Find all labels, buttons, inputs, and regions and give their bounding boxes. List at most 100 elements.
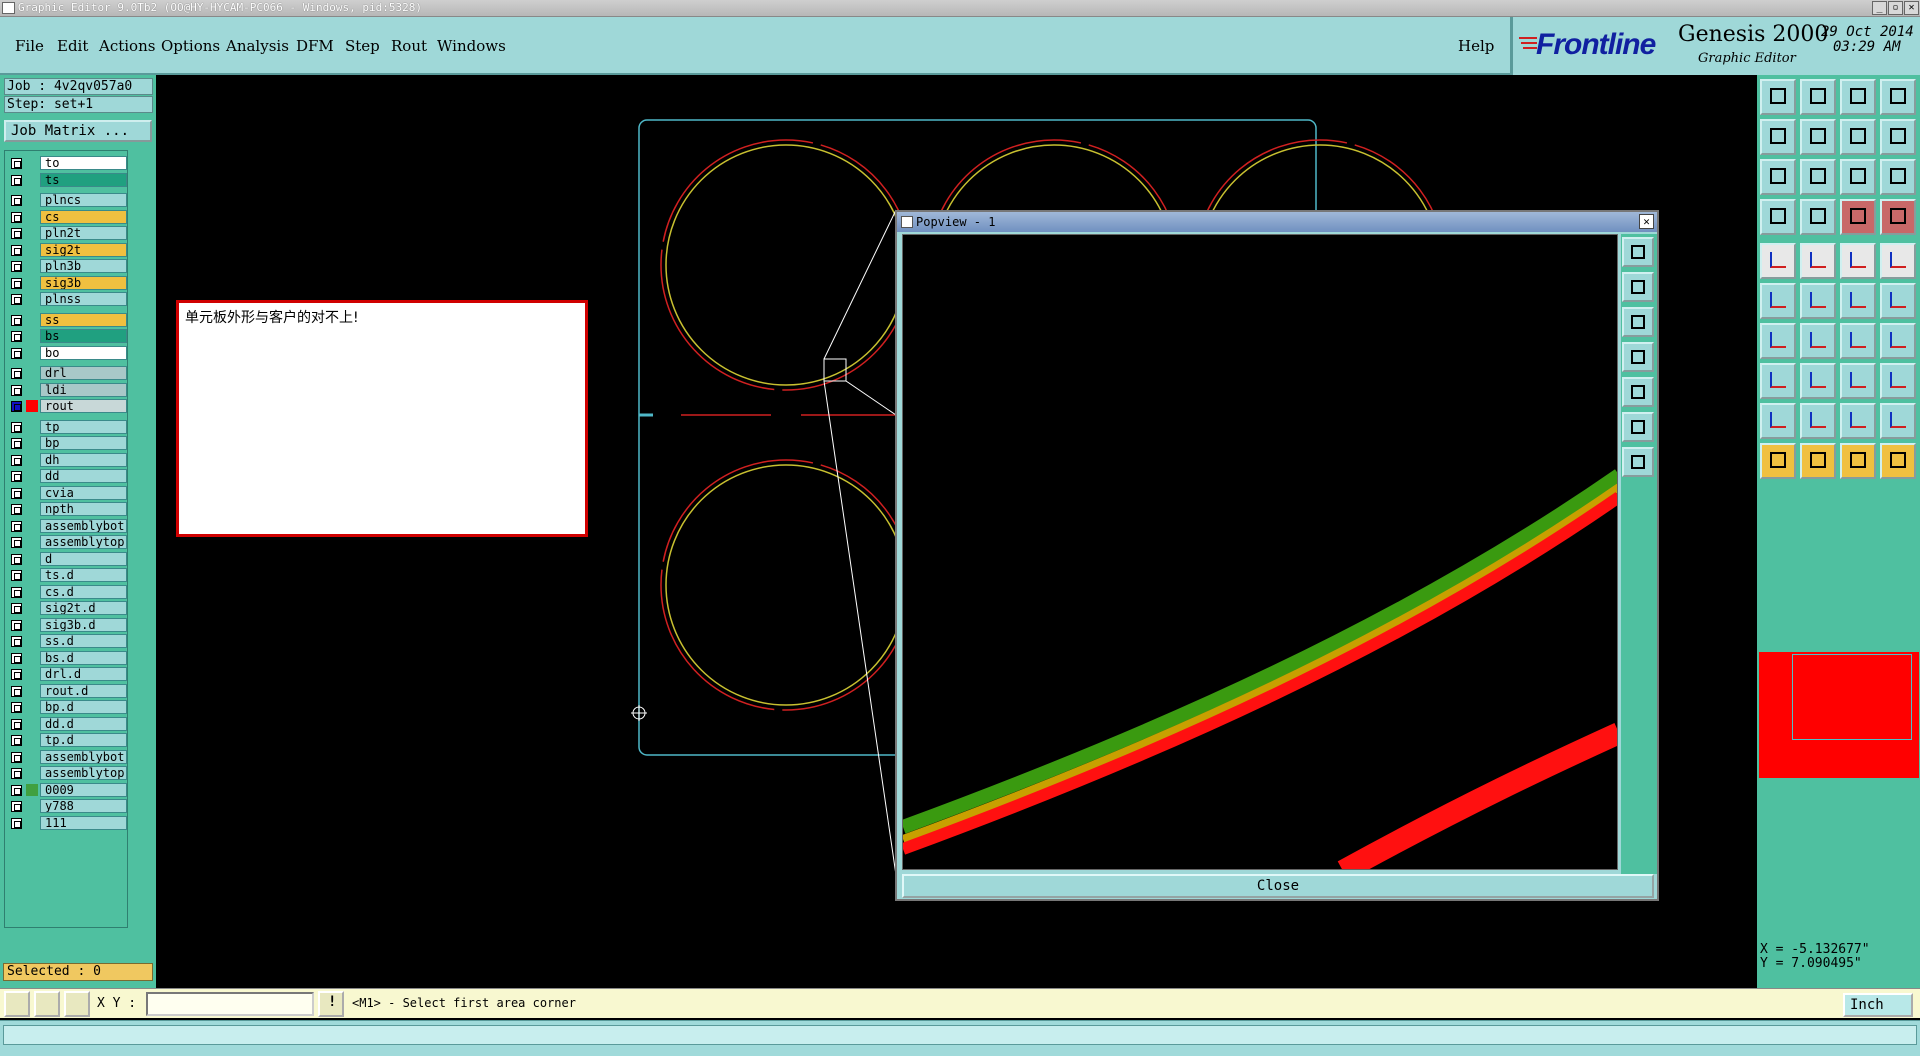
layer-name[interactable]: assemblytop xyxy=(40,766,127,780)
menu-dfm[interactable]: DFM xyxy=(296,37,334,55)
layer-swatch[interactable] xyxy=(26,619,38,631)
layer-row[interactable]: d xyxy=(5,551,128,566)
close-window-button[interactable]: ✕ xyxy=(1904,1,1919,15)
layer-checkbox[interactable] xyxy=(11,421,22,433)
layer-checkbox[interactable] xyxy=(11,537,22,548)
menu-edit[interactable]: Edit xyxy=(57,37,88,55)
layer-checkbox[interactable] xyxy=(11,228,22,239)
layer-checkbox[interactable] xyxy=(11,553,22,565)
layer-name[interactable]: sig3b.d xyxy=(40,617,127,632)
layer-row[interactable]: tp xyxy=(5,419,128,434)
tool-button[interactable] xyxy=(1800,403,1836,439)
layer-name[interactable]: ss xyxy=(40,312,127,327)
layer-checkbox[interactable] xyxy=(11,158,22,169)
layer-name[interactable]: 0009 xyxy=(40,782,127,797)
layer-swatch[interactable] xyxy=(26,536,38,548)
layer-row[interactable]: sig3b.d xyxy=(5,617,128,632)
menu-rout[interactable]: Rout xyxy=(391,37,427,55)
layer-row[interactable]: dd.d xyxy=(5,716,128,731)
job-matrix-button[interactable]: Job Matrix ... xyxy=(4,120,152,142)
layer-name[interactable]: pln2t xyxy=(40,226,127,240)
layer-swatch[interactable] xyxy=(26,553,38,565)
layer-swatch[interactable] xyxy=(26,421,38,433)
overview-viewport[interactable] xyxy=(1792,654,1912,740)
popview-tool-button[interactable] xyxy=(1622,272,1654,302)
layer-row[interactable]: ts xyxy=(5,172,128,187)
layer-name[interactable]: sig3b xyxy=(40,275,127,290)
menu-analysis[interactable]: Analysis xyxy=(226,37,289,55)
layer-swatch[interactable] xyxy=(26,586,38,598)
tool-button[interactable] xyxy=(1840,363,1876,399)
layer-row[interactable]: cvia xyxy=(5,485,128,500)
layer-row[interactable]: ss xyxy=(5,312,128,327)
tool-button[interactable] xyxy=(1800,243,1836,279)
layer-name[interactable]: dd.d xyxy=(40,716,127,731)
layer-swatch[interactable] xyxy=(26,470,38,482)
layer-checkbox[interactable] xyxy=(11,751,22,763)
layer-name[interactable]: pln3b xyxy=(40,259,127,273)
grid-mode-icon[interactable] xyxy=(64,991,90,1017)
layer-row[interactable]: ldi xyxy=(5,382,128,397)
xy-input[interactable] xyxy=(146,992,314,1016)
tool-button[interactable] xyxy=(1880,199,1916,235)
layer-swatch[interactable] xyxy=(26,602,38,614)
layer-name[interactable]: ts.d xyxy=(40,568,127,582)
tool-button[interactable] xyxy=(1880,283,1916,319)
popview-close-icon[interactable]: ✕ xyxy=(1639,214,1654,229)
popview-tool-button[interactable] xyxy=(1622,447,1654,477)
minimize-button[interactable]: _ xyxy=(1872,1,1887,15)
layer-name[interactable]: cs.d xyxy=(40,584,127,599)
layer-checkbox[interactable] xyxy=(11,504,22,515)
tool-button[interactable] xyxy=(1800,323,1836,359)
tool-button[interactable] xyxy=(1760,403,1796,439)
layer-swatch[interactable] xyxy=(26,367,38,379)
layer-checkbox[interactable] xyxy=(11,347,22,359)
tool-button[interactable] xyxy=(1760,443,1796,479)
tool-button[interactable] xyxy=(1760,159,1796,195)
layer-swatch[interactable] xyxy=(26,384,38,396)
layer-row[interactable]: bs xyxy=(5,329,128,343)
layer-swatch[interactable] xyxy=(26,211,38,223)
layer-swatch[interactable] xyxy=(26,668,38,680)
maximize-button[interactable]: ▫ xyxy=(1888,1,1903,15)
layer-checkbox[interactable] xyxy=(11,735,22,746)
layer-name[interactable]: drl.d xyxy=(40,667,127,681)
tool-button[interactable] xyxy=(1840,79,1876,115)
tool-button[interactable] xyxy=(1760,283,1796,319)
tool-button[interactable] xyxy=(1760,243,1796,279)
layer-row[interactable]: rout.d xyxy=(5,683,128,698)
layer-checkbox[interactable] xyxy=(11,211,22,223)
layer-row[interactable]: bp.d xyxy=(5,700,128,714)
layer-swatch[interactable] xyxy=(26,244,38,256)
layer-checkbox[interactable] xyxy=(11,384,22,396)
menu-windows[interactable]: Windows xyxy=(437,37,506,55)
alert-icon[interactable]: ! xyxy=(318,991,344,1017)
layer-row[interactable]: dh xyxy=(5,452,128,467)
popview-tool-button[interactable] xyxy=(1622,377,1654,407)
tool-button[interactable] xyxy=(1760,323,1796,359)
tool-button[interactable] xyxy=(1880,363,1916,399)
layer-name[interactable]: ldi xyxy=(40,382,127,397)
layer-row[interactable]: plnss xyxy=(5,292,128,306)
layer-row[interactable]: pln3b xyxy=(5,259,128,273)
tool-button[interactable] xyxy=(1880,79,1916,115)
layer-swatch[interactable] xyxy=(26,293,38,305)
menu-step[interactable]: Step xyxy=(345,37,380,55)
tool-button[interactable] xyxy=(1840,403,1876,439)
layer-row[interactable]: sig2t xyxy=(5,242,128,257)
tool-button[interactable] xyxy=(1880,159,1916,195)
layer-name[interactable]: assemblybot xyxy=(40,749,127,764)
layer-checkbox[interactable] xyxy=(11,454,22,466)
layer-checkbox[interactable] xyxy=(11,174,22,186)
layer-checkbox[interactable] xyxy=(11,487,22,499)
layer-row[interactable]: bs.d xyxy=(5,650,128,665)
layer-swatch[interactable] xyxy=(26,751,38,763)
layer-swatch[interactable] xyxy=(26,157,38,169)
layer-checkbox[interactable] xyxy=(11,314,22,326)
layer-name[interactable]: tp xyxy=(40,419,127,434)
layer-name[interactable]: 111 xyxy=(40,815,127,830)
layer-name[interactable]: bs xyxy=(40,329,127,343)
layer-checkbox[interactable] xyxy=(11,261,22,272)
layer-swatch[interactable] xyxy=(26,330,38,342)
layer-row[interactable]: cs xyxy=(5,209,128,224)
